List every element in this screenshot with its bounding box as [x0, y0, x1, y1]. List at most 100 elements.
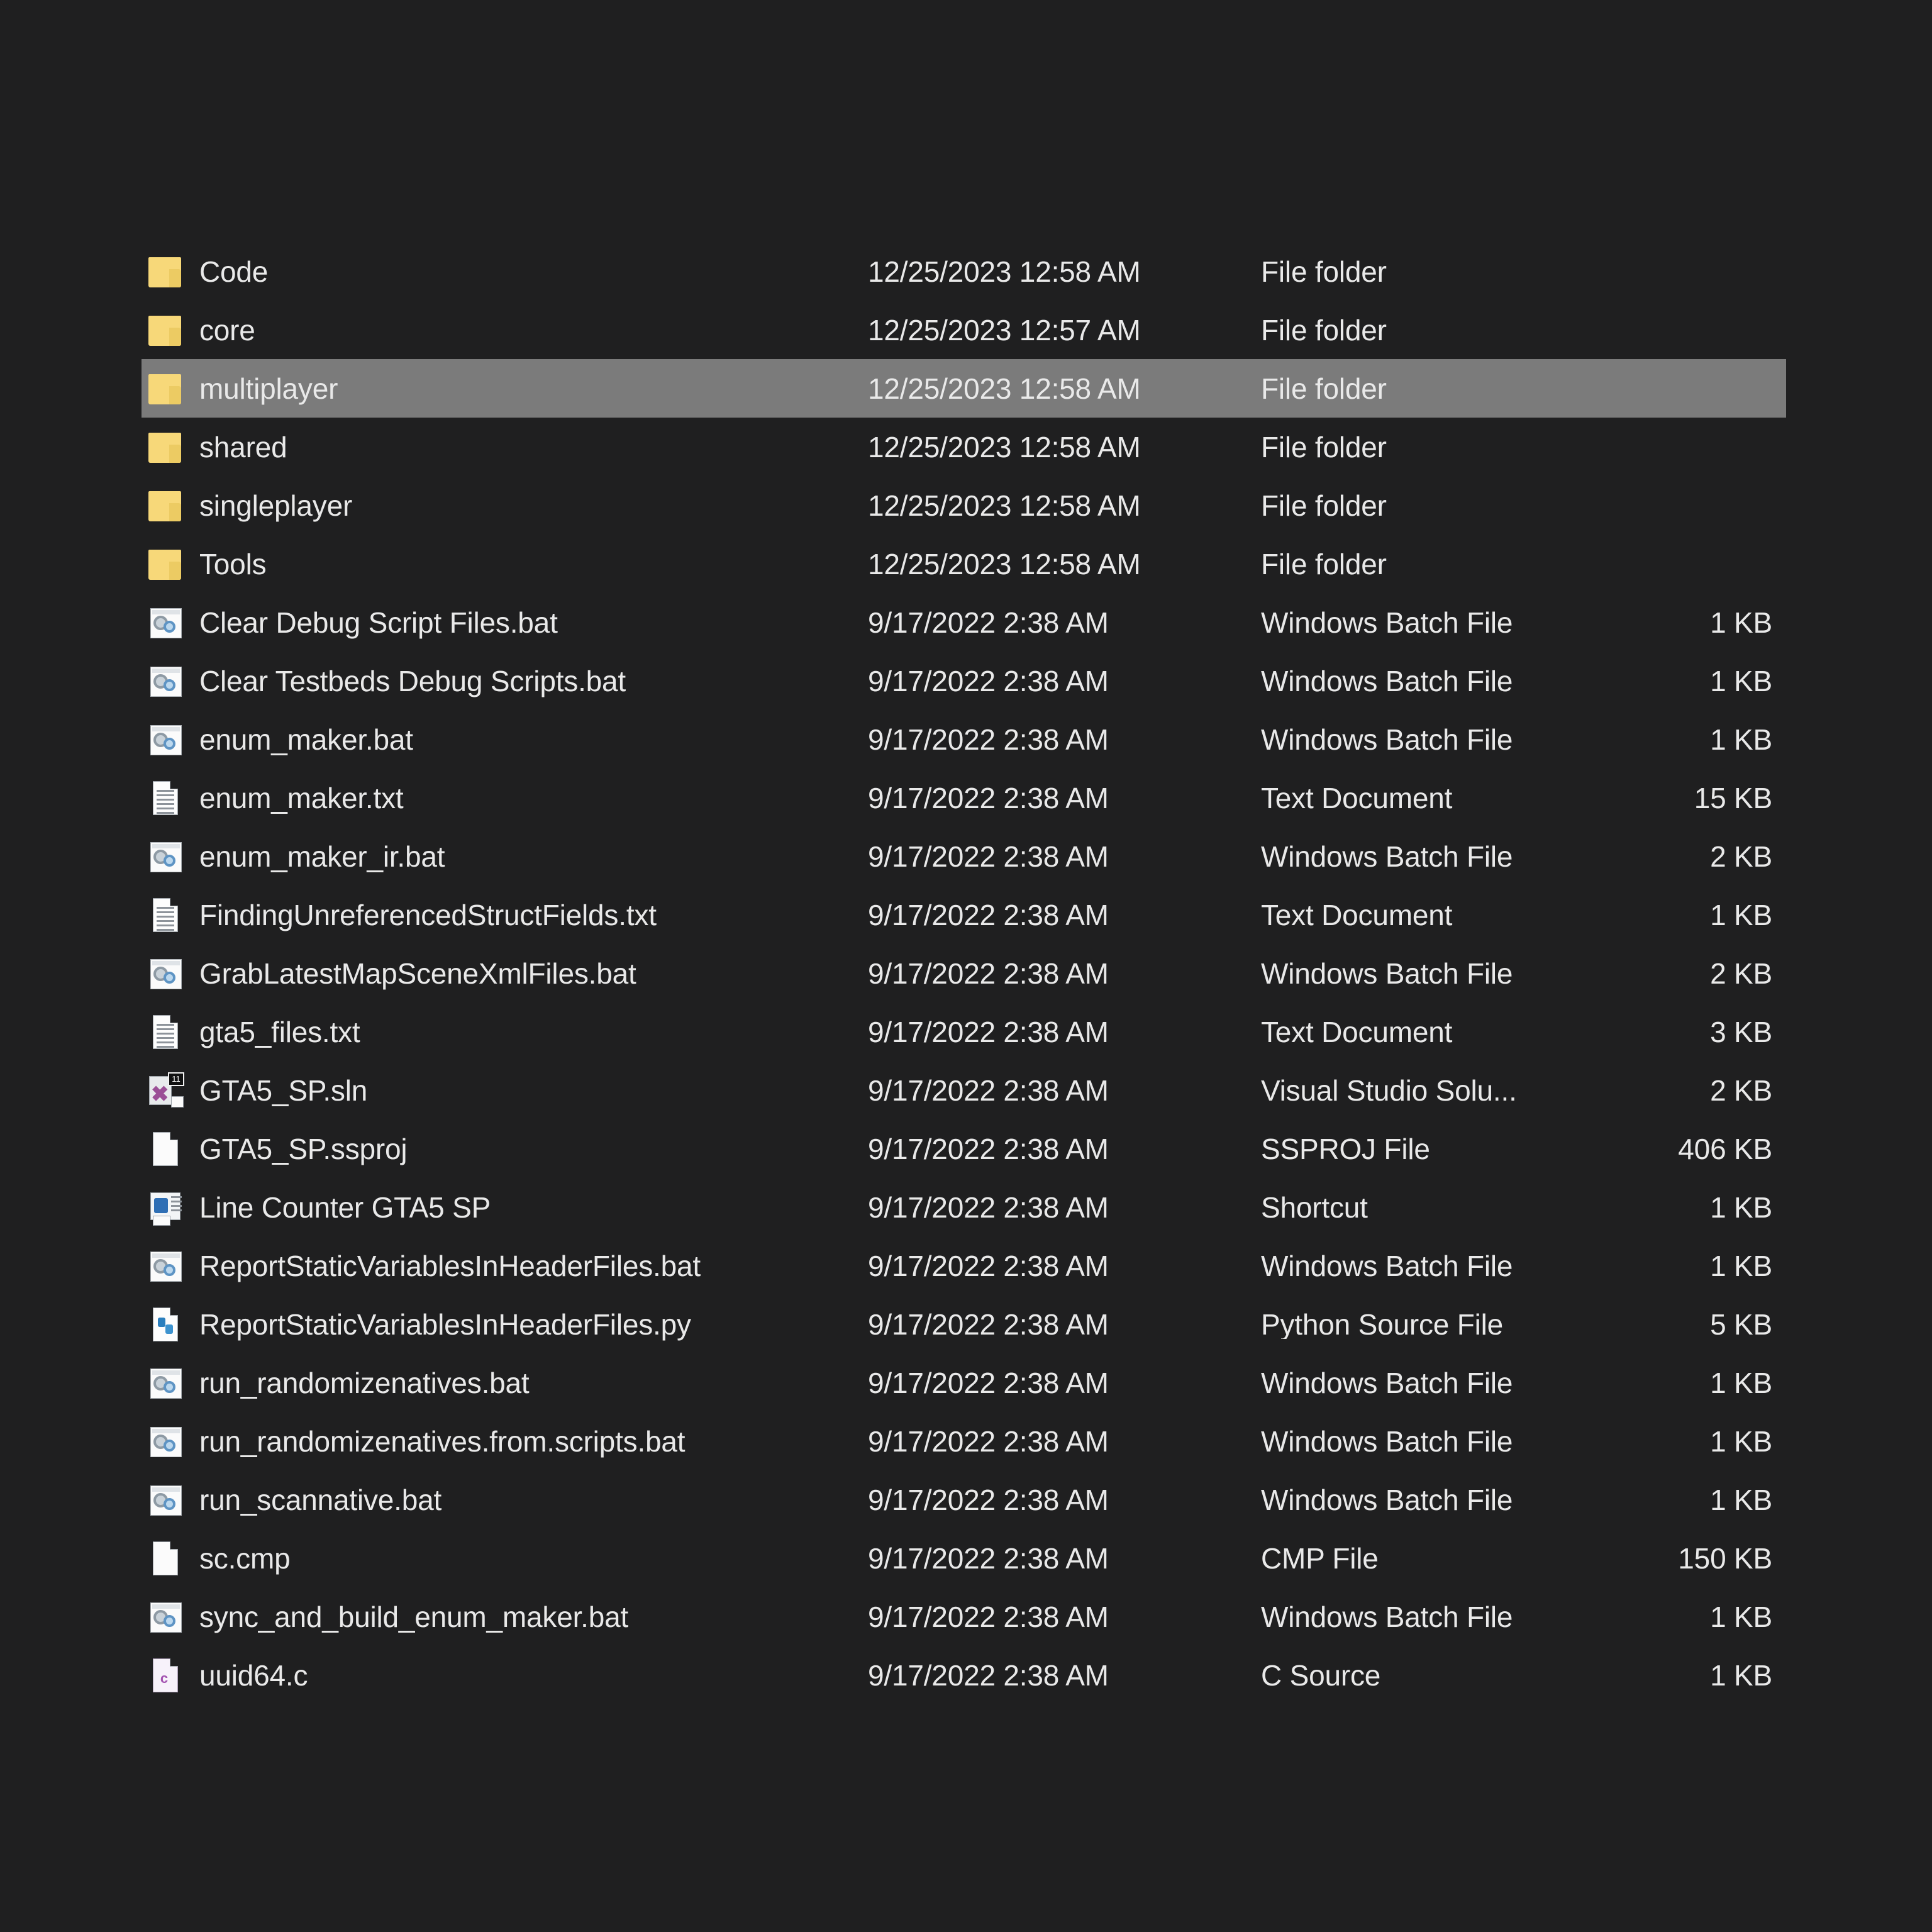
file-name-cell[interactable]: ✖ 11 GTA5_SP.sln [142, 1071, 868, 1110]
date-modified-cell: 9/17/2022 2:38 AM [868, 1307, 1109, 1341]
date-modified-cell: 9/17/2022 2:38 AM [868, 898, 1109, 931]
file-name-label: core [199, 313, 255, 347]
file-name-cell[interactable]: core [142, 311, 868, 350]
file-type-cell: CMP File [1261, 1543, 1379, 1573]
file-name-cell[interactable]: singleplayer [142, 486, 868, 525]
file-row[interactable]: GTA5_SP.ssproj 9/17/2022 2:38 AM SSPROJ Fi… [142, 1119, 1786, 1178]
batch-file-icon [147, 603, 186, 642]
file-row[interactable]: Clear Debug Script Files.bat 9/17/2022 2:… [142, 593, 1786, 652]
file-type-cell: Visual Studio Solu... [1261, 1075, 1517, 1105]
file-row[interactable]: c uuid64.c 9/17/2022 2:38 AM C Source 1 KB [142, 1646, 1786, 1704]
file-size-cell: 406 KB [1678, 1132, 1772, 1165]
file-name-label: multiplayer [199, 372, 338, 405]
file-name-cell[interactable]: multiplayer [142, 369, 868, 408]
file-size-cell: 2 KB [1710, 840, 1772, 873]
file-row[interactable]: Tools 12/25/2023 12:58 AM File folder [142, 535, 1786, 593]
file-type-cell: Shortcut [1261, 1192, 1368, 1222]
file-name-cell[interactable]: Tools [142, 545, 868, 584]
file-row[interactable]: enum_maker.txt 9/17/2022 2:38 AM Text Docu… [142, 769, 1786, 827]
file-row[interactable]: run_scannative.bat 9/17/2022 2:38 AM Windo… [142, 1470, 1786, 1529]
file-name-cell[interactable]: Line Counter GTA5 SP [142, 1188, 868, 1227]
file-type-cell: Windows Batch File [1261, 841, 1513, 871]
file-row[interactable]: ReportStaticVariablesInHeaderFiles.bat 9/… [142, 1236, 1786, 1295]
file-row[interactable]: shared 12/25/2023 12:58 AM File folder [142, 418, 1786, 476]
date-modified-cell: 9/17/2022 2:38 AM [868, 1424, 1109, 1458]
file-name-label: enum_maker_ir.bat [199, 840, 445, 873]
file-name-cell[interactable]: run_randomizenatives.from.scripts.bat [142, 1422, 868, 1461]
file-size-cell: 1 KB [1710, 1424, 1772, 1458]
file-row[interactable]: FindingUnreferencedStructFields.txt 9/17/… [142, 886, 1786, 944]
file-row[interactable]: singleplayer 12/25/2023 12:58 AM File fold… [142, 476, 1786, 535]
file-name-cell[interactable]: Clear Debug Script Files.bat [142, 603, 868, 642]
file-type-cell: Text Document [1261, 1017, 1453, 1046]
batch-file-icon [147, 720, 186, 759]
file-name-label: GTA5_SP.sln [199, 1074, 368, 1107]
file-row[interactable]: run_randomizenatives.bat 9/17/2022 2:38 A… [142, 1353, 1786, 1412]
file-name-label: Line Counter GTA5 SP [199, 1191, 491, 1224]
file-row[interactable]: sc.cmp 9/17/2022 2:38 AM CMP File 150 KB [142, 1529, 1786, 1587]
file-name-cell[interactable]: c uuid64.c [142, 1656, 868, 1695]
file-name-cell[interactable]: sc.cmp [142, 1539, 868, 1578]
file-row[interactable]: ReportStaticVariablesInHeaderFiles.py 9/1… [142, 1295, 1786, 1353]
folder-icon [147, 369, 186, 408]
file-name-cell[interactable]: run_scannative.bat [142, 1480, 868, 1519]
file-type-cell: SSPROJ File [1261, 1134, 1430, 1163]
file-type-cell: File folder [1261, 549, 1387, 579]
file-name-cell[interactable]: enum_maker.bat [142, 720, 868, 759]
folder-icon [147, 486, 186, 525]
file-name-cell[interactable]: sync_and_build_enum_maker.bat [142, 1597, 868, 1636]
date-modified-cell: 12/25/2023 12:58 AM [868, 430, 1141, 464]
file-type-cell: File folder [1261, 432, 1387, 462]
file-name-label: ReportStaticVariablesInHeaderFiles.py [199, 1307, 691, 1341]
file-row[interactable]: run_randomizenatives.from.scripts.bat 9/1… [142, 1412, 1786, 1470]
file-type-cell: Windows Batch File [1261, 1426, 1513, 1456]
file-name-cell[interactable]: shared [142, 428, 868, 467]
folder-icon [147, 428, 186, 467]
date-modified-cell: 12/25/2023 12:57 AM [868, 313, 1141, 347]
file-row[interactable]: Line Counter GTA5 SP 9/17/2022 2:38 AM Sho… [142, 1178, 1786, 1236]
file-name-cell[interactable]: Clear Testbeds Debug Scripts.bat [142, 662, 868, 701]
file-name-label: sc.cmp [199, 1541, 291, 1575]
file-row[interactable]: multiplayer 12/25/2023 12:58 AM File folde… [142, 359, 1786, 418]
file-name-label: Clear Debug Script Files.bat [199, 606, 558, 639]
batch-file-icon [147, 1597, 186, 1636]
file-name-label: gta5_files.txt [199, 1015, 360, 1048]
batch-file-icon [147, 1246, 186, 1285]
file-name-cell[interactable]: GrabLatestMapSceneXmlFiles.bat [142, 954, 868, 993]
file-name-cell[interactable]: Code [142, 252, 868, 291]
file-size-cell: 1 KB [1710, 1600, 1772, 1633]
date-modified-cell: 9/17/2022 2:38 AM [868, 606, 1109, 639]
date-modified-cell: 9/17/2022 2:38 AM [868, 1074, 1109, 1107]
file-row[interactable]: ✖ 11 GTA5_SP.sln 9/17/2022 2:38 AM Visual St… [142, 1061, 1786, 1119]
file-size-cell: 1 KB [1710, 606, 1772, 639]
file-name-label: Tools [199, 547, 267, 580]
file-row[interactable]: enum_maker_ir.bat 9/17/2022 2:38 AM Window… [142, 827, 1786, 886]
date-modified-cell: 9/17/2022 2:38 AM [868, 1600, 1109, 1633]
file-name-cell[interactable]: ReportStaticVariablesInHeaderFiles.py [142, 1305, 868, 1344]
file-name-label: FindingUnreferencedStructFields.txt [199, 898, 657, 931]
file-row[interactable]: Code 12/25/2023 12:58 AM File folder [142, 242, 1786, 301]
date-modified-cell: 9/17/2022 2:38 AM [868, 840, 1109, 873]
batch-file-icon [147, 1363, 186, 1402]
file-name-label: singleplayer [199, 489, 353, 522]
file-name-cell[interactable]: ReportStaticVariablesInHeaderFiles.bat [142, 1246, 868, 1285]
file-name-cell[interactable]: enum_maker.txt [142, 779, 868, 818]
file-name-cell[interactable]: gta5_files.txt [142, 1013, 868, 1052]
file-row[interactable]: gta5_files.txt 9/17/2022 2:38 AM Text Docu… [142, 1002, 1786, 1061]
file-row[interactable]: Clear Testbeds Debug Scripts.bat 9/17/202… [142, 652, 1786, 710]
file-name-cell[interactable]: GTA5_SP.ssproj [142, 1130, 868, 1169]
batch-file-icon [147, 837, 186, 876]
date-modified-cell: 9/17/2022 2:38 AM [868, 723, 1109, 756]
file-list[interactable]: Code 12/25/2023 12:58 AM File folder core 12… [142, 242, 1786, 1704]
file-row[interactable]: GrabLatestMapSceneXmlFiles.bat 9/17/2022 … [142, 944, 1786, 1002]
shortcut-icon [147, 1188, 186, 1227]
file-size-cell: 2 KB [1710, 1074, 1772, 1107]
file-name-cell[interactable]: enum_maker_ir.bat [142, 837, 868, 876]
file-row[interactable]: sync_and_build_enum_maker.bat 9/17/2022 2… [142, 1587, 1786, 1646]
file-type-cell: Windows Batch File [1261, 724, 1513, 754]
file-row[interactable]: core 12/25/2023 12:57 AM File folder [142, 301, 1786, 359]
file-name-cell[interactable]: run_randomizenatives.bat [142, 1363, 868, 1402]
file-type-cell: Text Document [1261, 900, 1453, 930]
file-row[interactable]: enum_maker.bat 9/17/2022 2:38 AM Windows B… [142, 710, 1786, 769]
file-name-cell[interactable]: FindingUnreferencedStructFields.txt [142, 896, 868, 935]
